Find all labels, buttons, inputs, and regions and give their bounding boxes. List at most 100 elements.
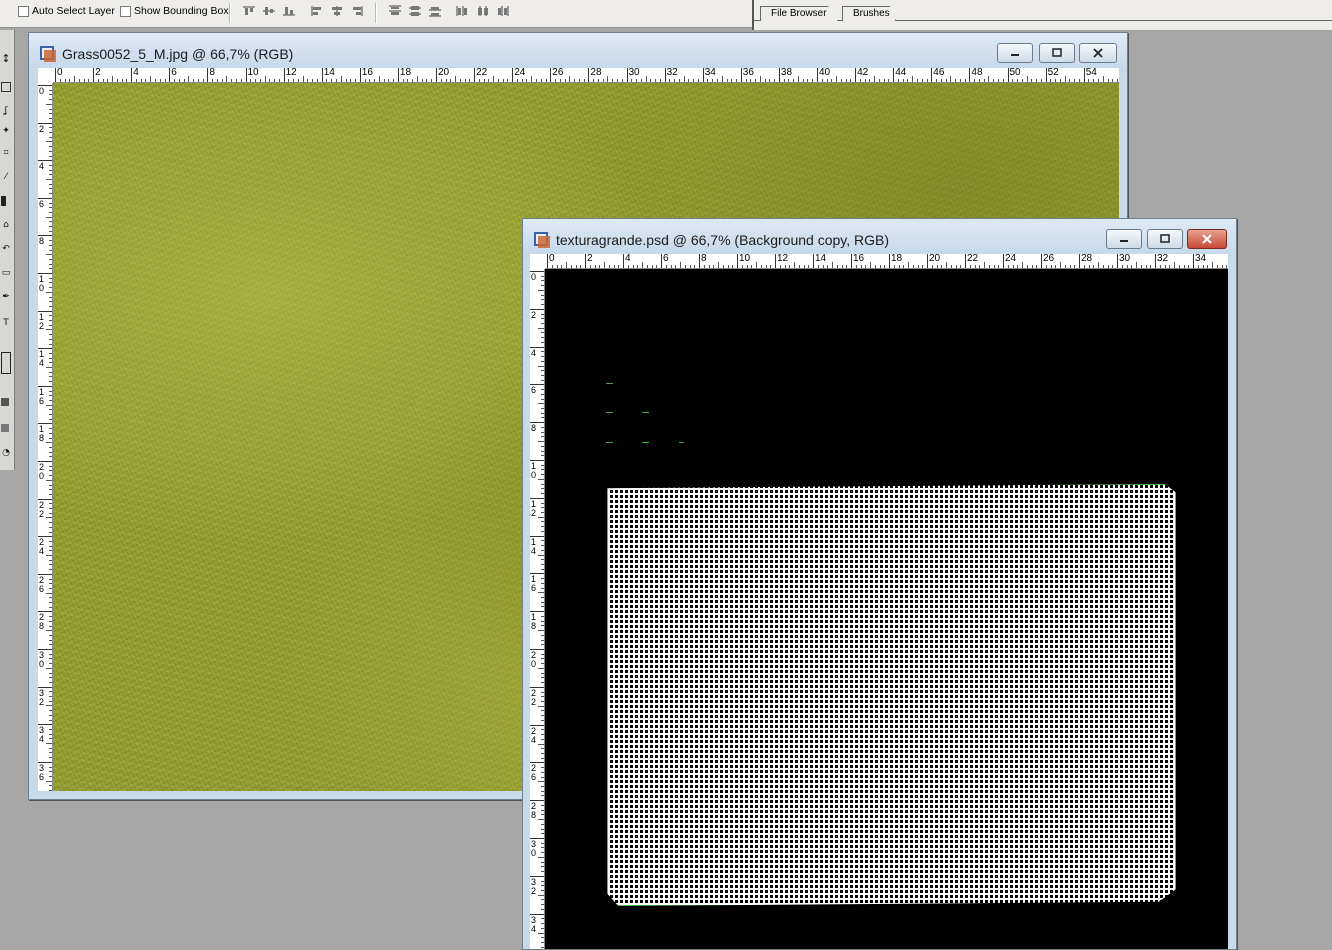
ruler-minor-tick	[49, 202, 52, 204]
align-vertical-centers-icon[interactable]	[262, 5, 276, 17]
maximize-button[interactable]	[1147, 229, 1183, 249]
ruler-label: 54	[1085, 68, 1097, 78]
type-tool-icon[interactable]: T	[1, 318, 11, 328]
align-bottom-edges-icon[interactable]	[282, 5, 296, 17]
ruler-minor-tick	[665, 265, 667, 268]
ruler-minor-tick	[978, 79, 980, 82]
tab-brushes[interactable]: Brushes	[842, 6, 896, 21]
distribute-horizontal-centers-icon[interactable]	[476, 5, 490, 17]
tab-file-browser[interactable]: File Browser	[760, 6, 838, 21]
ruler-minor-tick	[541, 644, 544, 646]
ruler-minor-tick	[950, 265, 952, 268]
ruler-tick	[813, 254, 814, 268]
slice-tool-icon[interactable]: ⁄	[1, 172, 11, 182]
stamp-tool-icon[interactable]: ⌂	[1, 220, 11, 230]
window-title: texturagrande.psd @ 66,7% (Background co…	[556, 232, 890, 248]
crop-tool-icon[interactable]: ⌗	[1, 148, 11, 158]
ruler-tick	[740, 68, 742, 82]
distribute-vertical-centers-icon[interactable]	[408, 5, 422, 17]
distribute-left-edges-icon[interactable]	[456, 5, 470, 17]
distribute-right-edges-icon[interactable]	[496, 5, 510, 17]
ruler-minor-tick	[1178, 265, 1180, 268]
ruler-tick	[397, 68, 399, 82]
ruler-minor-tick	[707, 79, 709, 82]
ruler-minor-tick	[49, 174, 52, 176]
horizontal-ruler[interactable]: 0 2 4 6 8 10 12 14 16 18 20 22 24 26 28 30 32 34 36 38 40 42 4…	[53, 68, 1119, 83]
ruler-minor-tick	[988, 265, 990, 268]
ruler-minor-tick	[541, 908, 544, 910]
ruler-minor-tick	[49, 244, 52, 246]
ruler-minor-tick	[812, 79, 814, 82]
ruler-minor-tick	[150, 76, 152, 82]
ruler-minor-tick	[49, 578, 52, 580]
align-horizontal-centers-icon[interactable]	[330, 5, 344, 17]
ruler-tick	[1193, 254, 1194, 268]
show-bounding-box-checkbox[interactable]: Show Bounding Box	[120, 5, 229, 17]
lasso-tool-icon[interactable]: ʆ	[1, 106, 11, 116]
ruler-minor-tick	[49, 89, 52, 91]
ruler-minor-tick	[49, 428, 52, 430]
ruler-minor-tick	[541, 923, 544, 925]
ruler-label: 32	[1157, 254, 1169, 264]
ruler-label: 2	[531, 309, 537, 320]
ruler-minor-tick	[1136, 262, 1137, 268]
horizontal-ruler[interactable]: 0 2 4 6 8 10 12 14 16 18 20 22 24 26 28 30 32 34	[545, 254, 1228, 269]
align-right-edges-icon[interactable]	[350, 5, 364, 17]
grid-texture-selection[interactable]	[607, 484, 1176, 906]
pen-tool-icon[interactable]: ✒	[1, 292, 11, 302]
ruler-minor-tick	[1055, 79, 1057, 82]
magic-wand-tool-icon[interactable]: ✦	[1, 126, 11, 136]
minimize-button[interactable]	[997, 43, 1033, 63]
checkbox-box[interactable]	[120, 5, 131, 17]
close-button[interactable]	[1079, 43, 1117, 63]
minimize-button[interactable]	[1106, 229, 1142, 249]
align-top-edges-icon[interactable]	[242, 5, 256, 17]
ruler-minor-tick	[655, 79, 657, 82]
ruler-minor-tick	[541, 299, 544, 301]
ruler-minor-tick	[983, 79, 985, 82]
ruler-tick	[55, 68, 56, 82]
auto-select-layer-checkbox[interactable]: Auto Select Layer	[18, 5, 115, 17]
ruler-minor-tick	[49, 418, 52, 420]
ruler-minor-tick	[712, 79, 714, 82]
color-swatch-icon[interactable]	[1, 352, 11, 374]
ruler-origin[interactable]	[38, 68, 54, 84]
align-left-edges-icon[interactable]	[310, 5, 324, 17]
vertical-ruler[interactable]: 0 2 4 6 8 1 0 1 2 1 4 1 6 1 8 2 0 2 2 2 4 2 6 2 8 3 0 3 …	[38, 83, 53, 791]
ruler-minor-tick	[135, 79, 137, 82]
checkbox-box[interactable]	[18, 5, 29, 17]
ruler-minor-tick	[1055, 265, 1057, 268]
screen-mode-icon[interactable]	[1, 424, 9, 432]
ruler-minor-tick	[541, 790, 544, 792]
ruler-minor-tick	[464, 79, 466, 82]
ruler-label: 3 2	[39, 687, 45, 707]
ruler-minor-tick	[538, 289, 544, 291]
ruler-minor-tick	[541, 389, 544, 391]
eraser-tool-icon[interactable]: ▭	[1, 268, 11, 278]
distribute-top-edges-icon[interactable]	[388, 5, 402, 17]
brush-tool-icon[interactable]	[1, 196, 6, 206]
jump-to-imageready-icon[interactable]: ◔	[1, 448, 11, 458]
ruler-minor-tick	[694, 265, 696, 268]
ruler-minor-tick	[226, 76, 228, 82]
ruler-minor-tick	[541, 455, 544, 457]
close-button[interactable]	[1187, 229, 1227, 249]
distribute-bottom-edges-icon[interactable]	[428, 5, 442, 17]
marquee-tool-icon[interactable]	[1, 82, 11, 92]
ruler-minor-tick	[922, 265, 924, 268]
quick-mask-icon[interactable]	[1, 398, 9, 406]
ruler-minor-tick	[998, 265, 1000, 268]
history-brush-icon[interactable]: ↶	[1, 244, 11, 254]
ruler-minor-tick	[541, 530, 544, 532]
maximize-button[interactable]	[1039, 43, 1075, 63]
ruler-minor-tick	[561, 265, 563, 268]
ruler-minor-tick	[541, 356, 544, 358]
ruler-minor-tick	[574, 79, 576, 82]
ruler-origin[interactable]	[530, 254, 546, 270]
title-bar[interactable]: texturagrande.psd @ 66,7% (Background co…	[523, 219, 1236, 257]
title-bar[interactable]: Grass0052_5_M.jpg @ 66,7% (RGB)	[29, 33, 1127, 71]
move-tool-icon[interactable]: ↕	[1, 53, 11, 64]
ruler-label: 18	[399, 68, 412, 78]
vertical-ruler[interactable]: 0 2 4 6 8 1 0 1 2 1 4 1 6 1 8 2 0 2 2 2 4 2 6 2 8 3 0 3 …	[530, 269, 545, 949]
ruler-minor-tick	[541, 767, 544, 769]
